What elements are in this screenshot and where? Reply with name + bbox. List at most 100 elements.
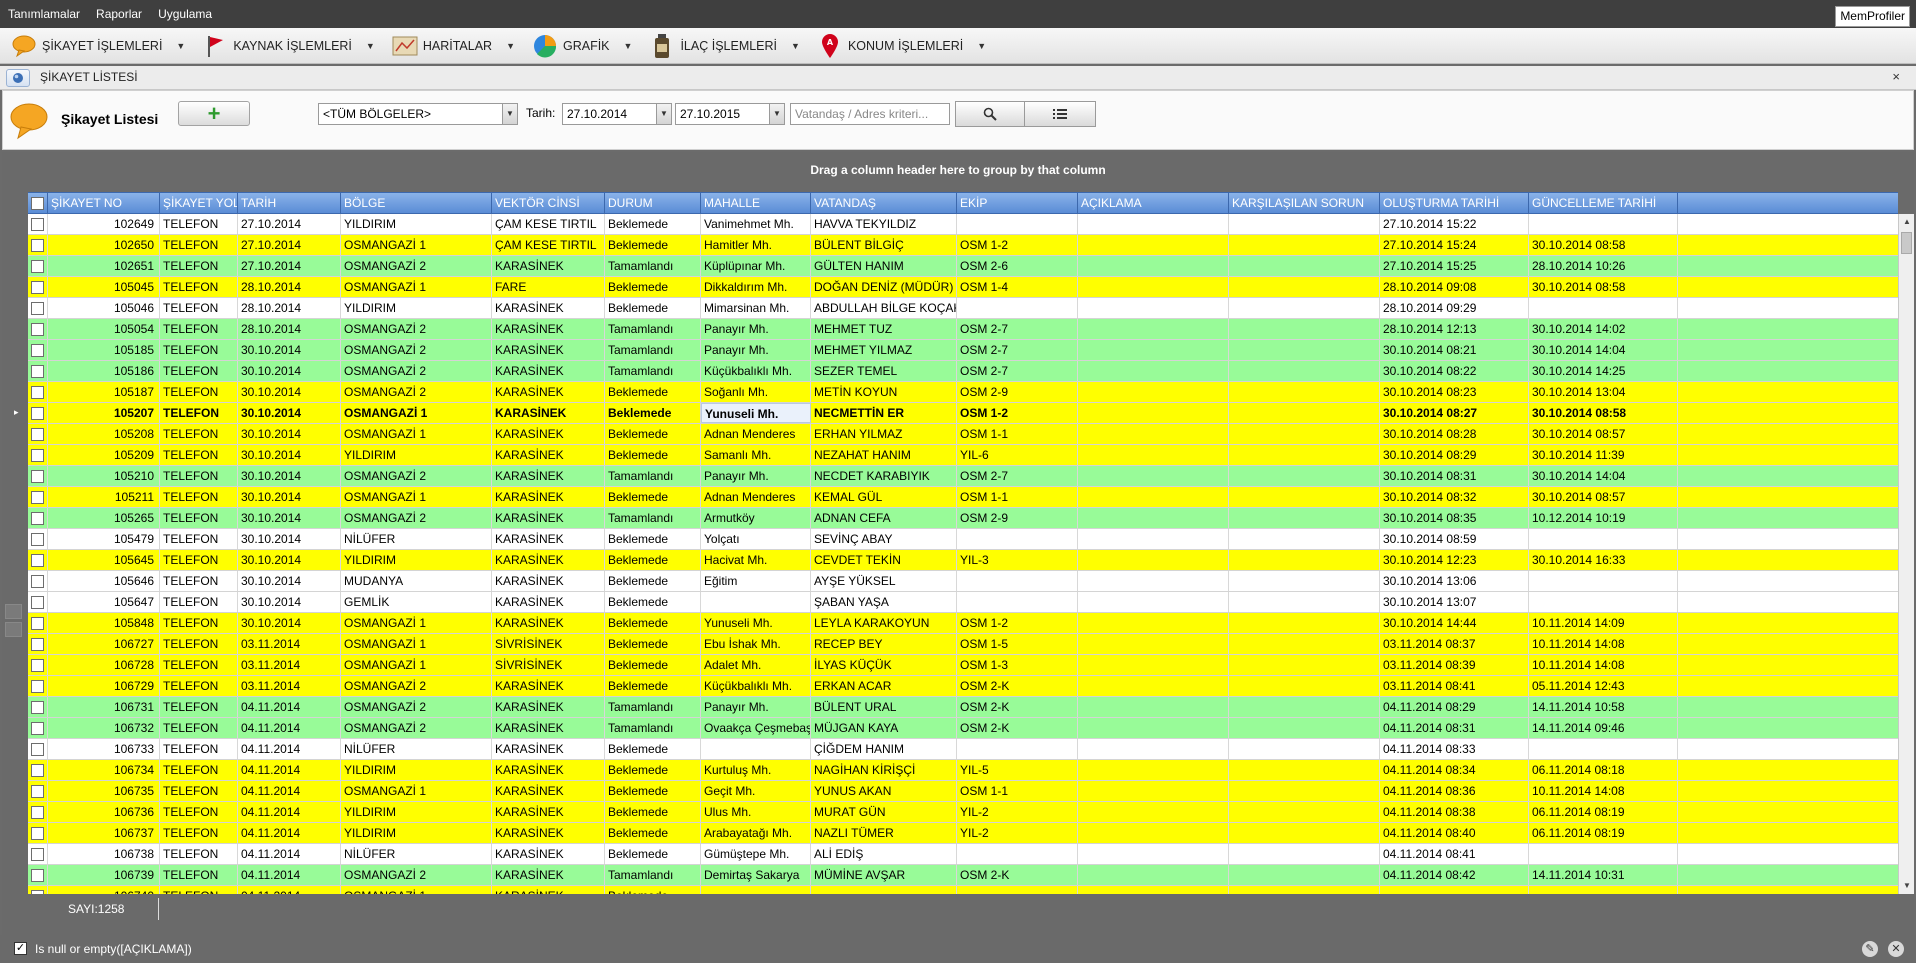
table-row[interactable]: 105209 TELEFON 30.10.2014 YILDIRIM KARASİNEK… xyxy=(28,445,1898,466)
cell-vector-type[interactable]: KARASİNEK xyxy=(492,739,605,759)
citizen-address-search-input[interactable]: Vatandaş / Adres kriteri... xyxy=(790,103,950,125)
table-row[interactable]: 102650 TELEFON 27.10.2014 OSMANGAZİ 1 ÇAM KE… xyxy=(28,235,1898,256)
date-from-picker[interactable]: 27.10.2014 ▼ xyxy=(562,103,672,125)
cell-complaint-channel[interactable]: TELEFON xyxy=(160,697,238,717)
cell-citizen[interactable]: ERKAN ACAR xyxy=(811,676,957,696)
cell-team[interactable] xyxy=(957,886,1078,894)
cell-updated-at[interactable] xyxy=(1529,844,1678,864)
cell-complaint-channel[interactable]: TELEFON xyxy=(160,655,238,675)
cell-complaint-no[interactable]: 106736 xyxy=(48,802,160,822)
column-header-region[interactable]: BÖLGE xyxy=(341,193,492,213)
cell-vector-type[interactable]: KARASİNEK xyxy=(492,823,605,843)
row-checkbox[interactable] xyxy=(31,763,44,777)
cell-encountered-problem[interactable] xyxy=(1229,529,1380,549)
cell-encountered-problem[interactable] xyxy=(1229,760,1380,780)
toolbar-kaynak-islemleri[interactable]: KAYNAK İŞLEMLERİ ▼ xyxy=(201,31,375,61)
cell-team[interactable]: OSM 1-3 xyxy=(957,655,1078,675)
cell-complaint-no[interactable]: 105646 xyxy=(48,571,160,591)
cell-status[interactable]: Beklemede xyxy=(605,592,701,612)
cell-created-at[interactable]: 28.10.2014 12:13 xyxy=(1380,319,1529,339)
cell-description[interactable] xyxy=(1078,823,1229,843)
cell-date[interactable]: 30.10.2014 xyxy=(238,403,341,423)
cell-vector-type[interactable]: KARASİNEK xyxy=(492,886,605,894)
table-row[interactable]: 105187 TELEFON 30.10.2014 OSMANGAZİ 2 KARASİ… xyxy=(28,382,1898,403)
cell-team[interactable]: OSM 1-2 xyxy=(957,613,1078,633)
cell-updated-at[interactable] xyxy=(1529,298,1678,318)
row-checkbox[interactable] xyxy=(31,280,44,294)
cell-description[interactable] xyxy=(1078,592,1229,612)
row-checkbox[interactable] xyxy=(31,259,44,273)
row-select-cell[interactable] xyxy=(28,298,48,318)
cell-description[interactable] xyxy=(1078,256,1229,276)
column-header-status[interactable]: DURUM xyxy=(605,193,701,213)
table-row[interactable]: 106734 TELEFON 04.11.2014 YILDIRIM KARASİNEK… xyxy=(28,760,1898,781)
cell-status[interactable]: Beklemede xyxy=(605,403,701,423)
date-to-picker[interactable]: 27.10.2015 ▼ xyxy=(675,103,785,125)
cell-complaint-channel[interactable]: TELEFON xyxy=(160,844,238,864)
cell-date[interactable]: 27.10.2014 xyxy=(238,235,341,255)
table-row[interactable]: 102649 TELEFON 27.10.2014 YILDIRIM ÇAM KESE … xyxy=(28,214,1898,235)
search-button[interactable] xyxy=(955,101,1025,127)
cell-date[interactable]: 30.10.2014 xyxy=(238,340,341,360)
cell-complaint-no[interactable]: 102649 xyxy=(48,214,160,234)
cell-updated-at[interactable] xyxy=(1529,886,1678,894)
row-select-cell[interactable] xyxy=(28,886,48,894)
cell-created-at[interactable]: 30.10.2014 08:21 xyxy=(1380,340,1529,360)
cell-description[interactable] xyxy=(1078,529,1229,549)
cell-updated-at[interactable]: 30.10.2014 08:57 xyxy=(1529,487,1678,507)
cell-updated-at[interactable]: 10.11.2014 14:09 xyxy=(1529,613,1678,633)
cell-date[interactable]: 03.11.2014 xyxy=(238,655,341,675)
cell-vector-type[interactable]: ÇAM KESE TIRTIL xyxy=(492,214,605,234)
cell-complaint-no[interactable]: 106740 xyxy=(48,886,160,894)
cell-complaint-channel[interactable]: TELEFON xyxy=(160,340,238,360)
cell-citizen[interactable]: NECDET KARABIYIK xyxy=(811,466,957,486)
cell-description[interactable] xyxy=(1078,424,1229,444)
cell-citizen[interactable]: ADNAN CEFA xyxy=(811,508,957,528)
row-checkbox[interactable] xyxy=(31,427,44,441)
cell-region[interactable]: OSMANGAZİ 1 xyxy=(341,613,492,633)
cell-complaint-channel[interactable]: TELEFON xyxy=(160,529,238,549)
cell-citizen[interactable]: NAGİHAN KİRİŞÇİ xyxy=(811,760,957,780)
table-row[interactable]: 105208 TELEFON 30.10.2014 OSMANGAZİ 1 KARASİ… xyxy=(28,424,1898,445)
cell-encountered-problem[interactable] xyxy=(1229,613,1380,633)
cell-complaint-no[interactable]: 105046 xyxy=(48,298,160,318)
toolbar-haritalar[interactable]: HARİTALAR ▼ xyxy=(391,31,515,61)
cell-complaint-channel[interactable]: TELEFON xyxy=(160,382,238,402)
cell-encountered-problem[interactable] xyxy=(1229,865,1380,885)
row-select-cell[interactable] xyxy=(28,487,48,507)
cell-status[interactable]: Beklemede xyxy=(605,529,701,549)
cell-region[interactable]: YILDIRIM xyxy=(341,445,492,465)
cell-complaint-channel[interactable]: TELEFON xyxy=(160,802,238,822)
table-row[interactable]: 106727 TELEFON 03.11.2014 OSMANGAZİ 1 SİVRİS… xyxy=(28,634,1898,655)
side-filter-button[interactable] xyxy=(5,604,22,619)
cell-complaint-channel[interactable]: TELEFON xyxy=(160,739,238,759)
cell-date[interactable]: 28.10.2014 xyxy=(238,319,341,339)
edit-filter-icon[interactable]: ✎ xyxy=(1862,941,1878,957)
cell-status[interactable]: Tamamlandı xyxy=(605,361,701,381)
cell-created-at[interactable]: 30.10.2014 14:44 xyxy=(1380,613,1529,633)
cell-neighborhood[interactable]: Hacivat Mh. xyxy=(701,550,811,570)
cell-vector-type[interactable]: KARASİNEK xyxy=(492,424,605,444)
table-row[interactable]: 105207 TELEFON 30.10.2014 OSMANGAZİ 1 KARASİ… xyxy=(28,403,1898,424)
cell-complaint-no[interactable]: 105186 xyxy=(48,361,160,381)
cell-vector-type[interactable]: KARASİNEK xyxy=(492,256,605,276)
cell-complaint-no[interactable]: 106731 xyxy=(48,697,160,717)
row-checkbox[interactable] xyxy=(31,700,44,714)
cell-updated-at[interactable]: 30.10.2014 14:25 xyxy=(1529,361,1678,381)
cell-team[interactable] xyxy=(957,844,1078,864)
cell-vector-type[interactable]: KARASİNEK xyxy=(492,340,605,360)
cell-updated-at[interactable]: 06.11.2014 08:19 xyxy=(1529,802,1678,822)
table-row[interactable]: 106738 TELEFON 04.11.2014 NİLÜFER KARASİNEK B… xyxy=(28,844,1898,865)
cell-date[interactable]: 04.11.2014 xyxy=(238,802,341,822)
row-checkbox[interactable] xyxy=(31,616,44,630)
cell-description[interactable] xyxy=(1078,298,1229,318)
cell-date[interactable]: 30.10.2014 xyxy=(238,361,341,381)
cell-description[interactable] xyxy=(1078,235,1229,255)
table-row[interactable]: 105646 TELEFON 30.10.2014 MUDANYA KARASİNEK B… xyxy=(28,571,1898,592)
cell-created-at[interactable]: 28.10.2014 09:29 xyxy=(1380,298,1529,318)
menu-uygulama[interactable]: Uygulama xyxy=(158,7,212,21)
cell-vector-type[interactable]: KARASİNEK xyxy=(492,466,605,486)
row-select-cell[interactable] xyxy=(28,823,48,843)
row-checkbox[interactable] xyxy=(31,301,44,315)
cell-vector-type[interactable]: KARASİNEK xyxy=(492,697,605,717)
